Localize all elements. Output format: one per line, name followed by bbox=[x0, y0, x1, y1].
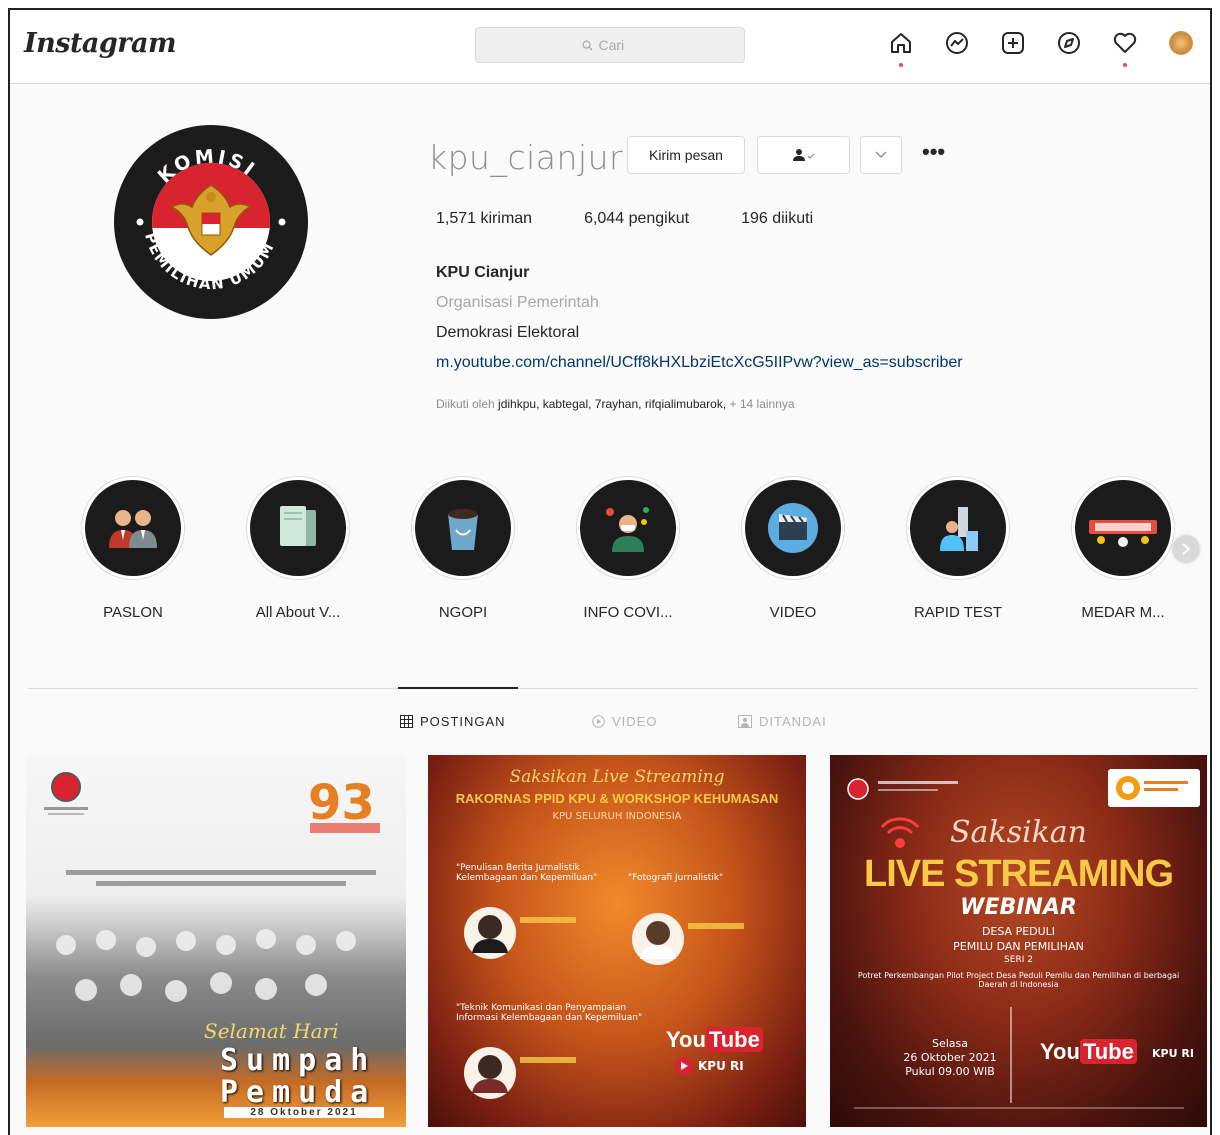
followed-by[interactable]: Diikuti oleh jdihkpu, kabtegal, 7rayhan,… bbox=[436, 397, 795, 411]
post3-script: Saksikan bbox=[950, 815, 1087, 850]
nav-icons bbox=[886, 28, 1196, 67]
post1-line1: Sumpah bbox=[220, 1043, 377, 1078]
tab-tagged[interactable]: DITANDAI bbox=[738, 714, 827, 729]
highlight-info-covid[interactable]: INFO COVI... bbox=[580, 480, 676, 621]
followers-count[interactable]: 6,044 pengikut bbox=[584, 210, 689, 228]
grid-icon bbox=[400, 715, 413, 728]
chevron-down-icon bbox=[875, 151, 887, 158]
send-message-button[interactable]: Kirim pesan bbox=[627, 136, 745, 174]
post3-time: Pukul 09.00 WIB bbox=[905, 1065, 995, 1078]
profile-category: Organisasi Pemerintah bbox=[436, 294, 599, 311]
search-input[interactable] bbox=[598, 37, 639, 53]
tabs-divider bbox=[28, 688, 1198, 689]
avatar bbox=[1169, 31, 1193, 55]
profile-picture[interactable]: KOMISI PEMILIHAN UMUM bbox=[114, 125, 308, 319]
highlight-all-about-v[interactable]: All About V... bbox=[250, 480, 346, 621]
coffee-icon bbox=[448, 509, 478, 550]
explore-icon[interactable] bbox=[1054, 28, 1084, 58]
post1-line2: Pemuda bbox=[220, 1075, 377, 1110]
highlight-video[interactable]: VIDEO bbox=[745, 480, 841, 621]
rapid-test-icon bbox=[940, 507, 978, 551]
tab-video[interactable]: VIDEO bbox=[592, 714, 657, 729]
kpu-logo-ring-text: KOMISI PEMILIHAN UMUM bbox=[136, 145, 286, 294]
post1-anniversary: 93 bbox=[308, 775, 375, 831]
search-box[interactable] bbox=[475, 27, 745, 63]
followed-by-more[interactable]: + 14 lainnya bbox=[730, 397, 795, 411]
messenger-icon[interactable] bbox=[942, 28, 972, 58]
post-live-streaming-webinar[interactable]: Saksikan LIVE STREAMING WEBINAR DESA PED… bbox=[830, 755, 1207, 1127]
person-check-icon bbox=[792, 149, 814, 161]
tab-posts[interactable]: POSTINGAN bbox=[400, 714, 506, 729]
svg-text:KOMISI: KOMISI bbox=[154, 145, 261, 187]
banner-icon bbox=[1089, 520, 1157, 547]
post3-sub2: PEMILU DAN PEMILIHAN bbox=[953, 940, 1084, 953]
highlight-ngopi[interactable]: NGOPI bbox=[415, 480, 511, 621]
active-tab-indicator bbox=[398, 687, 518, 689]
highlight-medar-m[interactable]: MEDAR M... bbox=[1075, 480, 1171, 621]
activity-notification-dot bbox=[1123, 63, 1127, 67]
activity-heart-icon[interactable] bbox=[1110, 28, 1140, 67]
followed-by-names[interactable]: jdihkpu, kabtegal, 7rayhan, rifqialimuba… bbox=[498, 397, 726, 411]
post3-webinar: WEBINAR bbox=[960, 895, 1077, 920]
profile-link[interactable]: m.youtube.com/channel/UCff8kHXLbziEtcXcG… bbox=[436, 354, 963, 372]
svg-text:PEMILIHAN UMUM: PEMILIHAN UMUM bbox=[141, 231, 278, 294]
people-icon bbox=[109, 510, 157, 548]
post3-channel: KPU RI bbox=[1152, 1047, 1194, 1060]
top-nav: Instagram bbox=[10, 10, 1210, 84]
more-options-button[interactable]: ••• bbox=[922, 141, 954, 168]
suggested-accounts-button[interactable] bbox=[860, 136, 902, 174]
play-circle-icon bbox=[592, 715, 605, 728]
post3-date: 26 Oktober 2021 bbox=[903, 1051, 997, 1064]
profile-avatar[interactable] bbox=[1166, 28, 1196, 58]
covid-person-icon bbox=[606, 507, 649, 552]
highlights-next-button[interactable] bbox=[1173, 536, 1199, 562]
story-highlights: PASLON All About V... NGOPI INFO COVI...… bbox=[85, 480, 1171, 621]
search-icon bbox=[582, 40, 593, 51]
posts-count: 1,571 kiriman bbox=[436, 210, 533, 227]
highlight-rapid-test[interactable]: RAPID TEST bbox=[910, 480, 1006, 621]
highlight-paslon[interactable]: PASLON bbox=[85, 480, 181, 621]
post3-title: LIVE STREAMING bbox=[863, 853, 1174, 895]
chevron-right-icon bbox=[1182, 543, 1191, 555]
instagram-window: Instagram Cari KOMISI PEMILIHAN UMUM kpu… bbox=[8, 8, 1212, 1135]
profile-bio: Demokrasi Elektoral bbox=[436, 324, 580, 341]
instagram-logo[interactable]: Instagram bbox=[24, 28, 177, 59]
home-notification-dot bbox=[899, 63, 903, 67]
profile-full-name: KPU Cianjur bbox=[436, 264, 530, 281]
tagged-person-icon bbox=[738, 715, 752, 728]
home-icon[interactable] bbox=[886, 28, 916, 67]
post3-sub3: SERI 2 bbox=[1004, 955, 1033, 965]
following-count[interactable]: 196 diikuti bbox=[741, 210, 813, 228]
post-rakornas-ppid[interactable]: Saksikan Live Streaming RAKORNAS PPID KP… bbox=[428, 755, 806, 1127]
profile-stats: 1,571 kiriman 6,044 pengikut 196 diikuti bbox=[436, 210, 813, 228]
post1-date: 28 Oktober 2021 bbox=[224, 1107, 384, 1118]
documents-icon bbox=[280, 506, 316, 546]
post2-youtube-logo: You Tube bbox=[666, 1027, 763, 1053]
profile-username: kpu_cianjur bbox=[428, 138, 624, 177]
post3-day: Selasa bbox=[931, 1037, 969, 1050]
post-sumpah-pemuda[interactable]: 93 Selamat Hari Sumpah Pemuda 28 Oktober… bbox=[26, 755, 406, 1127]
post3-desc: Potret Perkembangan Pilot Project Desa P… bbox=[857, 971, 1180, 989]
post2-channel: KPU RI bbox=[698, 1059, 744, 1073]
post3-sub1: DESA PEDULI bbox=[981, 925, 1056, 938]
new-post-icon[interactable] bbox=[998, 28, 1028, 58]
following-button[interactable] bbox=[757, 136, 850, 174]
post3-youtube-logo: You Tube bbox=[1040, 1039, 1137, 1065]
post2-topic3: "Teknik Komunikasi dan Penyampaian Infor… bbox=[456, 1003, 643, 1023]
clapperboard-icon bbox=[768, 503, 818, 553]
post1-headline: Selamat Hari bbox=[204, 1019, 339, 1043]
